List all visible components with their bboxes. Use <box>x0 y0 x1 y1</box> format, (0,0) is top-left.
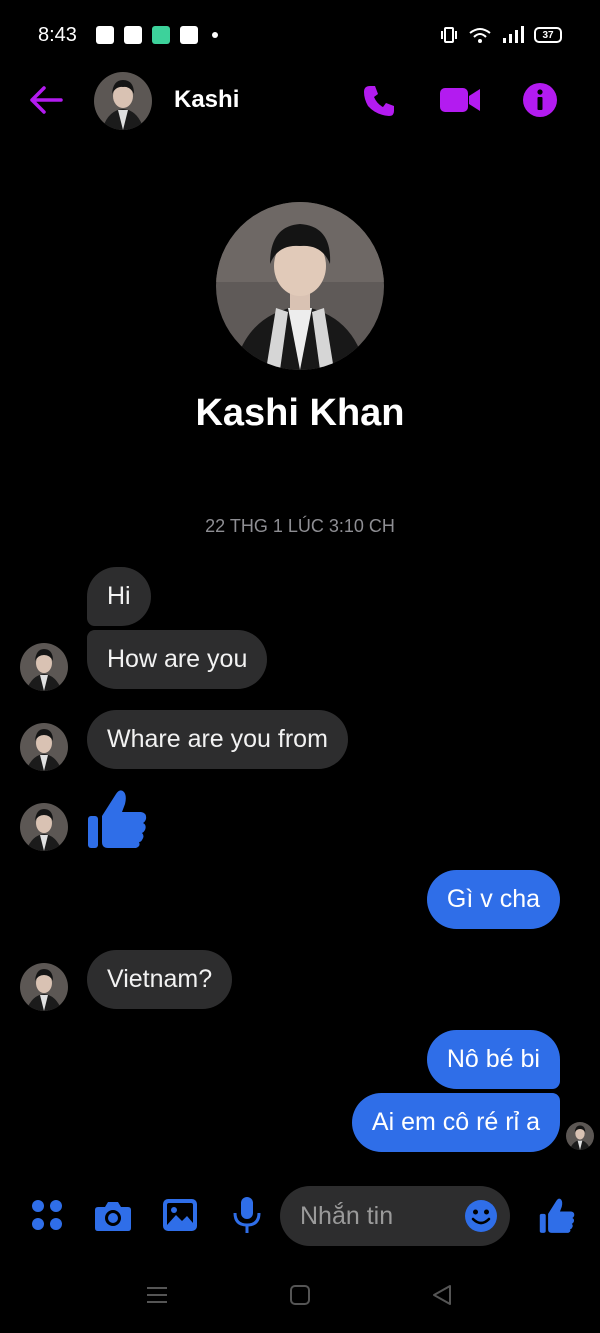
more-notifications-icon <box>212 32 218 38</box>
header-avatar[interactable] <box>94 72 152 130</box>
microphone-icon[interactable] <box>232 1196 262 1236</box>
message-bubble[interactable]: Whare are you from <box>87 710 348 769</box>
vibrate-icon <box>441 27 457 43</box>
sender-avatar[interactable] <box>20 803 68 851</box>
message-bubble[interactable]: Nô bé bi <box>426 1030 560 1089</box>
game-notification-icon <box>124 26 142 44</box>
back-nav-icon[interactable] <box>431 1284 453 1306</box>
signal-icon <box>503 26 524 43</box>
message-composer <box>0 1180 600 1254</box>
sender-avatar[interactable] <box>20 963 68 1011</box>
status-time: 8:43 <box>38 24 77 46</box>
thumbs-up-send-icon[interactable] <box>538 1196 576 1234</box>
facebook-notification-icon <box>96 26 114 44</box>
profile-avatar[interactable] <box>216 202 384 370</box>
home-nav-icon[interactable] <box>289 1284 311 1306</box>
profile-image <box>216 202 384 370</box>
video-camera-icon[interactable] <box>438 84 482 116</box>
status-bar: 8:43 37 <box>0 0 600 72</box>
tiktok-notification-icon <box>180 26 198 44</box>
emoji-icon[interactable] <box>464 1199 498 1233</box>
avatar-image <box>94 72 152 130</box>
message-bubble[interactable]: Hi <box>87 567 151 626</box>
message-bubble[interactable]: Gì v cha <box>426 870 560 929</box>
gallery-icon[interactable] <box>162 1198 198 1232</box>
back-arrow-icon[interactable] <box>28 84 64 116</box>
thumbs-up-icon[interactable] <box>86 786 148 850</box>
wifi-icon <box>469 28 491 43</box>
apps-icon[interactable] <box>30 1198 64 1232</box>
seen-receipt-avatar <box>566 1122 594 1150</box>
system-icons: 37 <box>440 26 562 44</box>
app-notification-icon <box>152 26 170 44</box>
profile-full-name: Kashi Khan <box>195 392 405 434</box>
info-icon[interactable] <box>522 82 558 118</box>
message-input-container <box>280 1186 510 1246</box>
sender-avatar[interactable] <box>20 643 68 691</box>
message-bubble[interactable]: Ai em cô ré rỉ a <box>351 1093 560 1152</box>
message-bubble[interactable]: Vietnam? <box>87 950 233 1009</box>
system-navigation-bar <box>0 1266 600 1326</box>
sender-avatar[interactable] <box>20 723 68 771</box>
conversation-timestamp: 22 THG 1 LÚC 3:10 CH <box>205 516 395 536</box>
message-input[interactable] <box>300 1186 460 1246</box>
battery-indicator: 37 <box>534 27 562 43</box>
camera-icon[interactable] <box>94 1200 132 1232</box>
menu-nav-icon[interactable] <box>146 1284 168 1306</box>
phone-icon[interactable] <box>360 82 398 120</box>
notification-icons <box>96 26 218 44</box>
contact-name[interactable]: Kashi <box>174 86 239 114</box>
message-bubble[interactable]: How are you <box>87 630 268 689</box>
chat-header: Kashi <box>0 70 600 134</box>
